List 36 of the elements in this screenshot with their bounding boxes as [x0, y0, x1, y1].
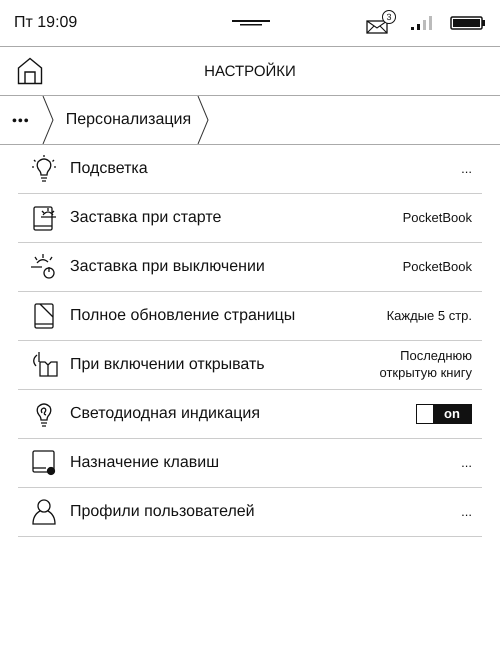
setting-label: При включении открывать: [70, 356, 266, 374]
toggle-switch[interactable]: on: [416, 404, 472, 424]
setting-value: Последнюю открытую книгу: [378, 348, 473, 382]
setting-label: Профили пользователей: [70, 503, 256, 521]
chevron-separator-icon: [197, 96, 210, 144]
setting-label: Заставка при выключении: [70, 258, 266, 276]
setting-value: PocketBook: [402, 210, 473, 226]
settings-row[interactable]: Заставка при старте PocketBook: [18, 194, 482, 243]
battery-icon: [450, 16, 486, 30]
setting-value: ...: [461, 160, 473, 178]
settings-row[interactable]: Профили пользователей ...: [18, 488, 482, 537]
settings-row[interactable]: Заставка при выключении PocketBook: [18, 243, 482, 292]
settings-row[interactable]: При включении открывать Последнюю открытую книгу: [18, 341, 482, 390]
setting-value: ...: [461, 504, 473, 520]
mail-count-badge: 3: [382, 10, 396, 24]
setting-label: Полное обновление страницы: [70, 307, 296, 325]
setting-label: Заставка при старте: [70, 209, 222, 227]
home-icon[interactable]: [17, 57, 43, 85]
settings-row[interactable]: Полное обновление страницы Каждые 5 стр.: [18, 292, 482, 341]
settings-row[interactable]: Назначение клавиш ...: [18, 439, 482, 488]
page-title: НАСТРОЙКИ: [204, 62, 296, 80]
bulb-icon: [29, 154, 59, 184]
setting-value: Каждые 5 стр.: [386, 308, 473, 324]
menu-handle-icon[interactable]: [232, 20, 270, 26]
setting-label: Светодиодная индикация: [70, 405, 261, 423]
setting-value: ...: [461, 454, 473, 472]
more-button[interactable]: •••: [0, 112, 42, 128]
setting-label: Подсветка: [70, 160, 149, 178]
settings-row[interactable]: Подсветка ...: [18, 145, 482, 194]
settings-row[interactable]: Светодиодная индикация on: [18, 390, 482, 439]
setting-value: PocketBook: [402, 258, 473, 276]
setting-label: Назначение клавиш: [70, 454, 220, 472]
mail-icon[interactable]: [366, 20, 388, 34]
status-time: Пт 19:09: [14, 14, 78, 32]
chevron-separator-icon: [42, 96, 54, 144]
breadcrumb-item[interactable]: Персонализация: [54, 111, 198, 129]
